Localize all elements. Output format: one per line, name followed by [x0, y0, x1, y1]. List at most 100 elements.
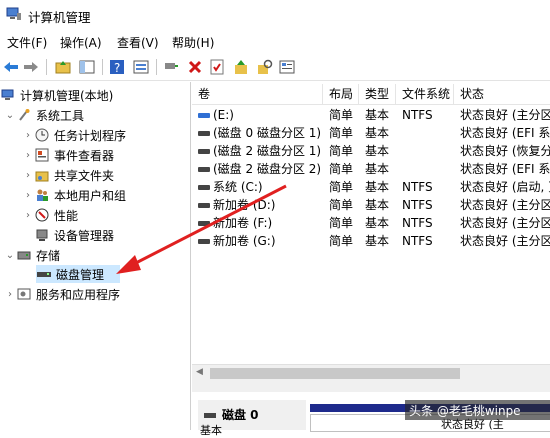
- tree-root[interactable]: 计算机管理(本地): [0, 86, 113, 104]
- table-cell: 状态良好 (EFI 系: [460, 162, 550, 176]
- connect-icon[interactable]: [162, 58, 180, 76]
- col-type[interactable]: 类型: [359, 84, 396, 104]
- settings-icon[interactable]: [278, 58, 296, 76]
- tree-storage[interactable]: ⌄ 存储: [4, 246, 60, 264]
- table-cell: 基本: [365, 144, 390, 158]
- table-row[interactable]: (磁盘 2 磁盘分区 1) 简单 基本 状态良好 (恢复分: [192, 142, 550, 160]
- table-cell: 基本: [365, 180, 390, 194]
- table-cell: 新加卷 (D:): [192, 196, 323, 214]
- event-viewer-icon: [34, 148, 50, 162]
- tree-system-tools[interactable]: ⌄ 系统工具: [4, 106, 84, 124]
- volume-icon: [198, 239, 210, 244]
- tree-disk-management[interactable]: 磁盘管理: [36, 265, 120, 283]
- tree-services[interactable]: › 服务和应用程序: [4, 285, 120, 303]
- chevron-right-icon[interactable]: ›: [22, 190, 34, 201]
- table-cell: 新加卷 (G:): [192, 232, 323, 250]
- table-row[interactable]: (E:) 简单 基本 NTFS 状态良好 (主分区: [192, 106, 550, 124]
- watermark: 头条 @老毛桃winpe: [405, 400, 550, 420]
- col-status[interactable]: 状态: [454, 84, 550, 104]
- table-row[interactable]: 新加卷 (G:) 简单 基本 NTFS 状态良好 (主分区: [192, 232, 550, 250]
- horizontal-scrollbar[interactable]: ◀: [192, 364, 550, 382]
- table-cell: NTFS: [402, 216, 433, 230]
- table-cell: (磁盘 2 磁盘分区 1): [192, 142, 323, 160]
- tree-device-manager[interactable]: 设备管理器: [34, 226, 114, 244]
- clock-icon: [34, 128, 50, 142]
- table-row[interactable]: 系统 (C:) 简单基本 NTFS 状态良好 (启动, 页: [192, 178, 550, 196]
- col-layout[interactable]: 布局: [323, 84, 359, 104]
- table-cell: (磁盘 0 磁盘分区 1): [192, 124, 323, 142]
- disk-type: 基本: [200, 424, 222, 437]
- tree-local-users[interactable]: › 本地用户和组: [22, 186, 126, 204]
- table-cell: 简单: [329, 234, 354, 248]
- table-cell: 基本: [365, 198, 390, 212]
- properties-icon[interactable]: [132, 58, 150, 76]
- menu-bar: 文件(F) 操作(A) 查看(V) 帮助(H): [0, 31, 550, 53]
- back-icon[interactable]: [2, 58, 20, 76]
- device-manager-icon: [34, 228, 50, 242]
- chevron-right-icon[interactable]: ›: [22, 130, 34, 141]
- table-cell: 状态良好 (主分区: [460, 198, 550, 212]
- tree-task-scheduler[interactable]: › 任务计划程序: [22, 126, 126, 144]
- table-row[interactable]: (磁盘 0 磁盘分区 1) 简单 基本 状态良好 (EFI 系: [192, 124, 550, 142]
- chevron-right-icon[interactable]: ›: [4, 289, 16, 300]
- table-cell: 状态良好 (主分区: [460, 234, 550, 248]
- chevron-right-icon[interactable]: ›: [22, 170, 34, 181]
- table-cell: 状态良好 (启动, 页: [460, 180, 550, 194]
- chevron-right-icon[interactable]: ›: [22, 150, 34, 161]
- menu-view[interactable]: 查看(V): [117, 34, 159, 51]
- performance-icon: [34, 208, 50, 222]
- table-cell: NTFS: [402, 108, 433, 122]
- table-cell: 基本: [365, 162, 390, 176]
- volume-icon: [198, 113, 210, 118]
- forward-icon[interactable]: [22, 58, 40, 76]
- table-cell: 简单: [329, 162, 354, 176]
- menu-help[interactable]: 帮助(H): [172, 34, 214, 51]
- col-filesystem[interactable]: 文件系统: [396, 84, 454, 104]
- volume-list: 卷 布局 类型 文件系统 状态 (E:) 简单 基本 NTFS 状态良好 (主分区 (磁盘…: [192, 84, 550, 384]
- table-row[interactable]: 新加卷 (F:) 简单 基本 NTFS 状态良好 (主分区: [192, 214, 550, 232]
- table-cell: 简单: [329, 216, 354, 230]
- menu-action[interactable]: 操作(A): [60, 34, 102, 51]
- table-cell: 状态良好 (恢复分: [460, 144, 550, 158]
- table-cell: 新加卷 (F:): [192, 214, 323, 232]
- delete-icon[interactable]: [186, 58, 204, 76]
- table-cell: 状态良好 (主分区: [460, 108, 550, 122]
- tree-shared-folders[interactable]: › 共享文件夹: [22, 166, 114, 184]
- check-icon[interactable]: [208, 58, 226, 76]
- up-folder-icon[interactable]: [54, 58, 72, 76]
- table-cell: 基本: [365, 234, 390, 248]
- menu-file[interactable]: 文件(F): [7, 34, 47, 51]
- disk-management-icon: [36, 267, 52, 281]
- users-icon: [34, 188, 50, 202]
- table-cell: 简单: [329, 126, 354, 140]
- search-icon[interactable]: [256, 58, 274, 76]
- table-row[interactable]: 新加卷 (D:) 简单 基本 NTFS 状态良好 (主分区: [192, 196, 550, 214]
- table-cell: 状态良好 (EFI 系: [460, 126, 550, 140]
- pane-divider[interactable]: [192, 382, 550, 392]
- scroll-left-icon[interactable]: ◀: [196, 367, 203, 377]
- volume-icon: [198, 203, 210, 208]
- help-icon[interactable]: ?: [108, 58, 126, 76]
- tree-root-label: 计算机管理(本地): [20, 88, 114, 103]
- table-cell: [396, 160, 454, 178]
- volume-icon: [198, 221, 210, 226]
- table-cell: (E:): [192, 106, 323, 124]
- tree-performance[interactable]: › 性能: [22, 206, 78, 224]
- export-icon[interactable]: [232, 58, 250, 76]
- table-cell: [396, 124, 454, 142]
- table-cell: 基本: [365, 108, 390, 122]
- table-row[interactable]: (磁盘 2 磁盘分区 2) 简单 基本 状态良好 (EFI 系: [192, 160, 550, 178]
- chevron-down-icon[interactable]: ⌄: [4, 110, 16, 121]
- table-cell: (磁盘 2 磁盘分区 2): [192, 160, 323, 178]
- col-volume[interactable]: 卷: [192, 84, 323, 104]
- scrollbar-thumb[interactable]: [210, 368, 460, 379]
- table-cell: 基本: [365, 216, 390, 230]
- table-cell: 系统 (C:): [192, 178, 323, 196]
- show-hide-tree-icon[interactable]: [78, 58, 96, 76]
- volume-icon: [198, 131, 210, 136]
- chevron-right-icon[interactable]: ›: [22, 210, 34, 221]
- tree-event-viewer[interactable]: › 事件查看器: [22, 146, 114, 164]
- table-cell: [396, 142, 454, 160]
- chevron-down-icon[interactable]: ⌄: [4, 250, 16, 261]
- table-cell: 状态良好 (主分区: [460, 216, 550, 230]
